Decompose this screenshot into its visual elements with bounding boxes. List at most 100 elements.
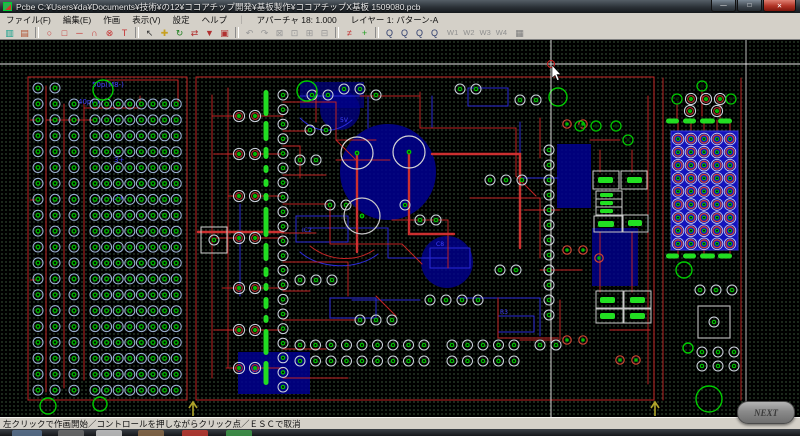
- menu-item-0[interactable]: ファイル(F): [0, 14, 57, 26]
- taskbar-item[interactable]: [182, 430, 208, 436]
- aperture-indicator: アパーチャ 18: 1.000: [250, 14, 344, 26]
- width-select-w4[interactable]: W4: [496, 28, 507, 37]
- mounting-hole: [676, 262, 692, 278]
- right-board-top-cluster: [684, 93, 725, 116]
- fill-tool-icon[interactable]: ▣: [217, 26, 232, 40]
- menu-item-2[interactable]: 作画: [97, 14, 126, 26]
- pad-tool-icon[interactable]: ⊗: [102, 26, 117, 40]
- smd-pad-fill: [630, 297, 645, 303]
- zoom-in-icon[interactable]: Q: [382, 26, 397, 40]
- width-select-w2[interactable]: W2: [463, 28, 474, 37]
- maximize-button[interactable]: □: [737, 0, 762, 12]
- arc-tool-icon[interactable]: ∩: [87, 26, 102, 40]
- paste-icon[interactable]: ⊞: [302, 26, 317, 40]
- rect-tool-icon[interactable]: □: [57, 26, 72, 40]
- copy-icon[interactable]: ⊡: [287, 26, 302, 40]
- redo-icon[interactable]: ↷: [257, 26, 272, 40]
- circle-tool-icon[interactable]: ○: [42, 26, 57, 40]
- menu-bar: ファイル(F)編集(E)作画表示(V)設定ヘルプ｜アパーチャ 18: 1.000…: [0, 13, 800, 26]
- zoom-out-icon[interactable]: Q: [397, 26, 412, 40]
- mouse-cursor: [552, 65, 561, 81]
- width-select-w3[interactable]: W3: [480, 28, 491, 37]
- grid-toggle-icon[interactable]: ▦: [512, 26, 527, 40]
- courtyard-pad: [209, 235, 219, 245]
- svg-text:5V: 5V: [340, 117, 349, 124]
- taskbar-item[interactable]: [226, 430, 252, 436]
- title-bar[interactable]: Pcbe C:¥Users¥da¥Documents¥技術¥の12¥ココアチップ…: [0, 0, 800, 13]
- smd-pad-fill: [600, 193, 613, 197]
- pcbe-window: Pcbe C:¥Users¥da¥Documents¥技術¥の12¥ココアチップ…: [0, 0, 800, 436]
- left-board-pin-column: [33, 83, 43, 395]
- move-tool-icon[interactable]: ✚: [157, 26, 172, 40]
- mid-board-bottom-rows: [447, 340, 519, 366]
- cut-icon[interactable]: ⊠: [272, 26, 287, 40]
- width-select-w1[interactable]: W1: [447, 28, 458, 37]
- close-button[interactable]: ✕: [763, 0, 796, 12]
- mid-board-pin-column: [544, 145, 554, 320]
- menu-separator: ｜: [233, 14, 250, 26]
- mounting-hole: [549, 88, 567, 106]
- smd-pad-fill: [598, 221, 614, 227]
- menu-item-1[interactable]: 編集(E): [57, 14, 97, 26]
- toolbar-separator: [35, 27, 39, 38]
- mirror-tool-icon[interactable]: ⇄: [187, 26, 202, 40]
- window-controls: — □ ✕: [710, 0, 796, 12]
- taskbar-item[interactable]: [96, 430, 122, 436]
- mounting-hole: [93, 397, 107, 411]
- overlay-next-button[interactable]: NEXT: [737, 401, 795, 424]
- menu-item-5[interactable]: ヘルプ: [196, 14, 234, 26]
- line-tool-icon[interactable]: ─: [72, 26, 87, 40]
- smd-pad-fill: [628, 220, 642, 226]
- zoom-region-icon[interactable]: Q: [412, 26, 427, 40]
- right-board-pad-grid: [672, 133, 736, 249]
- layer-indicator: レイヤー 1: パターン-A: [344, 14, 446, 26]
- status-text: 左クリックで作画開始／コントロールを押しながらクリック点／ＥＳＣで取消: [3, 418, 301, 430]
- copper-pour: [557, 144, 591, 208]
- delete-tool-icon[interactable]: ▼: [202, 26, 217, 40]
- text-tool-icon[interactable]: T: [117, 26, 132, 40]
- left-board-pin-column: [69, 99, 79, 395]
- taskbar-item[interactable]: [138, 430, 164, 436]
- windows-taskbar[interactable]: [0, 429, 800, 436]
- smd-pad-fill: [630, 313, 645, 319]
- rotate-tool-icon[interactable]: ↻: [172, 26, 187, 40]
- drc-check-icon[interactable]: ≠: [342, 26, 357, 40]
- save-file-icon[interactable]: ▤: [17, 26, 32, 40]
- select-tool-icon[interactable]: ↖: [142, 26, 157, 40]
- svg-text:R3: R3: [500, 309, 508, 316]
- mounting-hole: [696, 386, 722, 412]
- toolbar-separator: [135, 27, 139, 38]
- silk-label: R3: [500, 309, 508, 316]
- green-dash-row: [666, 254, 732, 259]
- new-file-icon[interactable]: ▥: [2, 26, 17, 40]
- left-board-pin-column: [50, 83, 60, 395]
- silk-ic-outline: [498, 316, 534, 332]
- right-board-lower-pads: [695, 285, 739, 371]
- silk-label: C8: [436, 241, 444, 248]
- smd-pad-fill: [600, 313, 615, 319]
- app-icon: [3, 2, 12, 11]
- group-icon[interactable]: ⊟: [317, 26, 332, 40]
- undo-icon[interactable]: ↶: [242, 26, 257, 40]
- toolbar-separator: [235, 27, 239, 38]
- origin-cross-icon[interactable]: +: [357, 26, 372, 40]
- svg-text:C8: C8: [436, 241, 444, 248]
- smd-pad-fill: [600, 209, 613, 213]
- pcb-canvas[interactable]: 50p(M8-)40p(-)3+2+IC2C8R35V5P: [0, 40, 800, 417]
- status-bar: 左クリックで作画開始／コントロールを押しながらクリック点／ＥＳＣで取消: [0, 417, 800, 429]
- minimize-button[interactable]: —: [711, 0, 736, 12]
- smd-pad-fill: [627, 177, 642, 183]
- menu-item-4[interactable]: 設定: [167, 14, 196, 26]
- taskbar-item[interactable]: [12, 430, 42, 436]
- menu-item-3[interactable]: 表示(V): [126, 14, 166, 26]
- silk-ic-outline: [468, 88, 508, 106]
- toolbar: ▥▤○□─∩⊗T↖✚↻⇄▼▣↶↷⊠⊡⊞⊟≠+QQQQW1W2W3W4▦: [0, 26, 800, 40]
- zoom-fit-icon[interactable]: Q: [427, 26, 442, 40]
- origin-arrow: [651, 402, 659, 416]
- taskbar-item[interactable]: [58, 430, 84, 436]
- copper-pour: [421, 236, 473, 288]
- pcb-drawing: 50p(M8-)40p(-)3+2+IC2C8R35V5P: [0, 40, 800, 417]
- left-board-outline: [28, 77, 187, 400]
- copper-pour: [340, 124, 436, 220]
- mounting-hole: [683, 343, 693, 353]
